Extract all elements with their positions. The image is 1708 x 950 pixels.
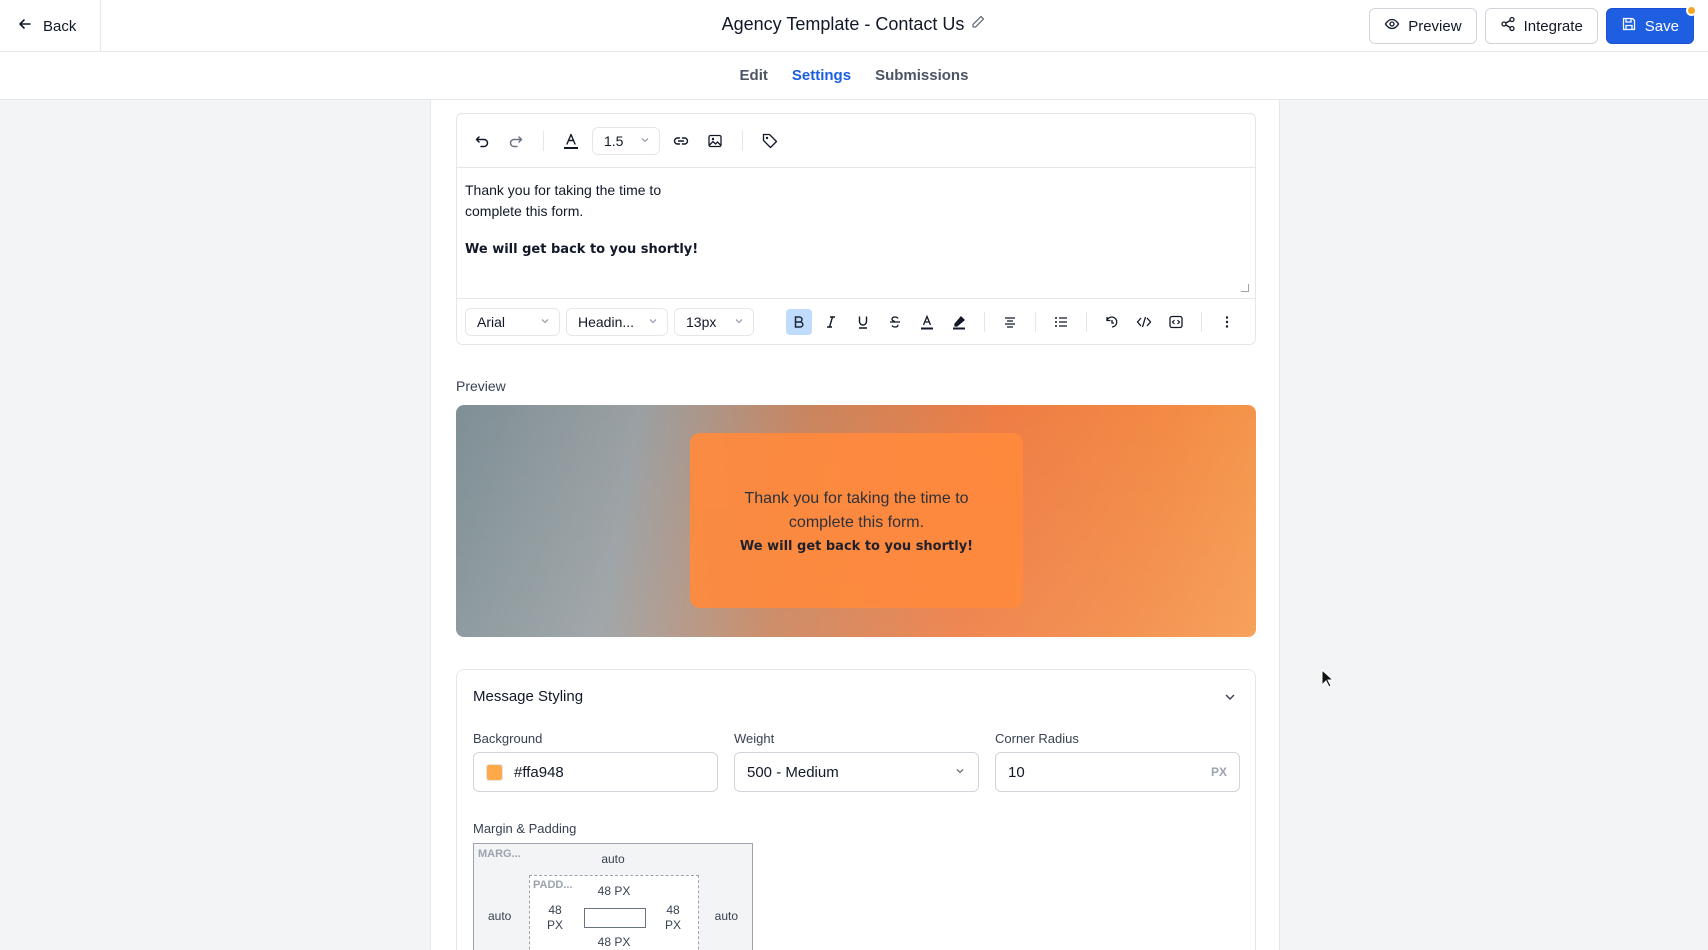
weight-label: Weight xyxy=(734,731,775,746)
redo-icon[interactable] xyxy=(503,128,529,154)
corner-radius-value: 10 xyxy=(1008,763,1025,781)
tab-settings[interactable]: Settings xyxy=(792,63,851,88)
editor-line-1: Thank you for taking the time to xyxy=(465,182,662,198)
corner-radius-label: Corner Radius xyxy=(995,731,1079,746)
more-options-icon[interactable] xyxy=(1214,309,1240,335)
bullet-list-icon[interactable] xyxy=(1048,309,1074,335)
image-icon[interactable] xyxy=(702,128,728,154)
margin-box: MARG... auto auto auto PADD... 48 PX 48 … xyxy=(473,843,753,950)
preview-line-2: complete this form. xyxy=(788,514,925,531)
padding-left-value[interactable]: 48 PX xyxy=(538,903,572,933)
chevron-down-icon xyxy=(733,314,745,330)
integrate-button[interactable]: Integrate xyxy=(1484,8,1598,44)
integrate-button-label: Integrate xyxy=(1523,17,1583,35)
page-title-text: Agency Template - Contact Us xyxy=(721,14,965,34)
padding-right-value[interactable]: 48 PX xyxy=(656,903,690,933)
background-color-value: #ffa948 xyxy=(514,763,564,781)
color-swatch[interactable] xyxy=(486,763,503,781)
chevron-down-icon xyxy=(639,133,651,149)
font-size-select[interactable]: 13px xyxy=(674,307,754,336)
line-height-value: 1.5 xyxy=(604,132,624,149)
margin-left-value[interactable]: auto xyxy=(488,909,511,923)
align-center-icon[interactable] xyxy=(997,309,1023,335)
corner-radius-unit: PX xyxy=(1210,765,1227,779)
editor-line-2: complete this form. xyxy=(465,203,584,219)
floppy-disk-icon xyxy=(1621,16,1637,36)
eye-icon xyxy=(1384,16,1400,36)
strikethrough-icon[interactable] xyxy=(882,309,908,335)
weight-value: 500 - Medium xyxy=(747,763,839,781)
font-family-select[interactable]: Arial xyxy=(465,307,560,336)
toolbar-divider xyxy=(984,311,985,332)
text-color-icon[interactable] xyxy=(558,128,584,154)
preview-button-label: Preview xyxy=(1408,17,1462,35)
background-color-input[interactable]: #ffa948 xyxy=(473,752,718,792)
toolbar-divider xyxy=(543,130,544,151)
corner-radius-input[interactable]: 10 PX xyxy=(995,752,1240,792)
padding-bottom-value[interactable]: 48 PX xyxy=(530,935,698,949)
message-preview: Thank you for taking the time to complet… xyxy=(456,405,1256,637)
tag-icon[interactable] xyxy=(757,128,783,154)
save-button[interactable]: Save xyxy=(1605,5,1697,44)
preview-button[interactable]: Preview xyxy=(1369,8,1477,44)
clear-format-icon[interactable] xyxy=(1099,309,1125,335)
editor-content[interactable]: Thank you for taking the time to complet… xyxy=(457,168,1255,298)
message-styling-title: Message Styling xyxy=(473,688,584,705)
highlighter-icon[interactable] xyxy=(946,309,972,335)
bold-icon[interactable] xyxy=(786,308,812,335)
top-bar: Back Agency Template - Contact Us Previe… xyxy=(0,0,1708,52)
underline-icon[interactable] xyxy=(850,309,876,335)
tab-bar: Edit Settings Submissions xyxy=(0,52,1708,100)
editor-bold-line: We will get back to you shortly! xyxy=(465,242,699,257)
padding-box: PADD... 48 PX 48 PX 48 PX 48 PX xyxy=(529,875,699,950)
italic-icon[interactable] xyxy=(818,309,844,335)
preview-message-card: Thank you for taking the time to complet… xyxy=(690,433,1023,608)
save-button-label: Save xyxy=(1644,17,1679,35)
message-styling-section: Message Styling Background #ffa948 Weigh… xyxy=(456,669,1256,950)
preview-bold-line: We will get back to you shortly! xyxy=(739,539,974,554)
chevron-down-icon xyxy=(647,314,659,330)
margin-padding-label: Margin & Padding xyxy=(473,821,577,836)
margin-right-value[interactable]: auto xyxy=(715,909,738,923)
editor-top-toolbar: 1.5 xyxy=(457,114,1255,168)
collapse-chevron-icon[interactable] xyxy=(1219,686,1241,708)
link-icon[interactable] xyxy=(668,128,694,154)
pencil-icon[interactable] xyxy=(970,14,986,35)
tab-submissions[interactable]: Submissions xyxy=(875,63,968,88)
padding-top-value[interactable]: 48 PX xyxy=(530,884,698,898)
margin-top-value[interactable]: auto xyxy=(474,852,752,866)
toolbar-divider xyxy=(742,130,743,151)
toolbar-divider xyxy=(1201,311,1202,332)
toolbar-divider xyxy=(1086,311,1087,332)
share-icon xyxy=(1500,16,1516,36)
font-color-icon[interactable] xyxy=(914,309,940,335)
chevron-down-icon xyxy=(954,764,966,781)
tab-edit[interactable]: Edit xyxy=(740,63,768,88)
unsaved-changes-dot xyxy=(1686,5,1697,16)
code-icon[interactable] xyxy=(1131,309,1157,335)
header-actions: Preview Integrate Save xyxy=(1369,5,1697,44)
font-size-value: 13px xyxy=(686,313,717,330)
embed-icon[interactable] xyxy=(1163,309,1189,335)
background-label: Background xyxy=(473,731,543,746)
editor-format-toolbar: Arial Headin... 13px xyxy=(457,298,1255,344)
content-box xyxy=(584,908,646,928)
preview-line-1: Thank you for taking the time to xyxy=(744,490,969,507)
preview-label: Preview xyxy=(456,378,506,394)
resize-handle[interactable] xyxy=(1241,284,1249,292)
undo-icon[interactable] xyxy=(469,128,495,154)
weight-select[interactable]: 500 - Medium xyxy=(734,752,979,792)
chevron-down-icon xyxy=(539,314,551,330)
font-family-value: Arial xyxy=(477,313,506,330)
settings-panel: 1.5 Thank you for taking the time to com… xyxy=(430,100,1280,950)
mouse-cursor-icon xyxy=(1321,668,1335,694)
message-editor: 1.5 Thank you for taking the time to com… xyxy=(456,113,1256,345)
block-format-select[interactable]: Headin... xyxy=(566,307,668,336)
line-height-select[interactable]: 1.5 xyxy=(592,126,660,155)
toolbar-divider xyxy=(1035,311,1036,332)
block-format-value: Headin... xyxy=(578,313,635,330)
